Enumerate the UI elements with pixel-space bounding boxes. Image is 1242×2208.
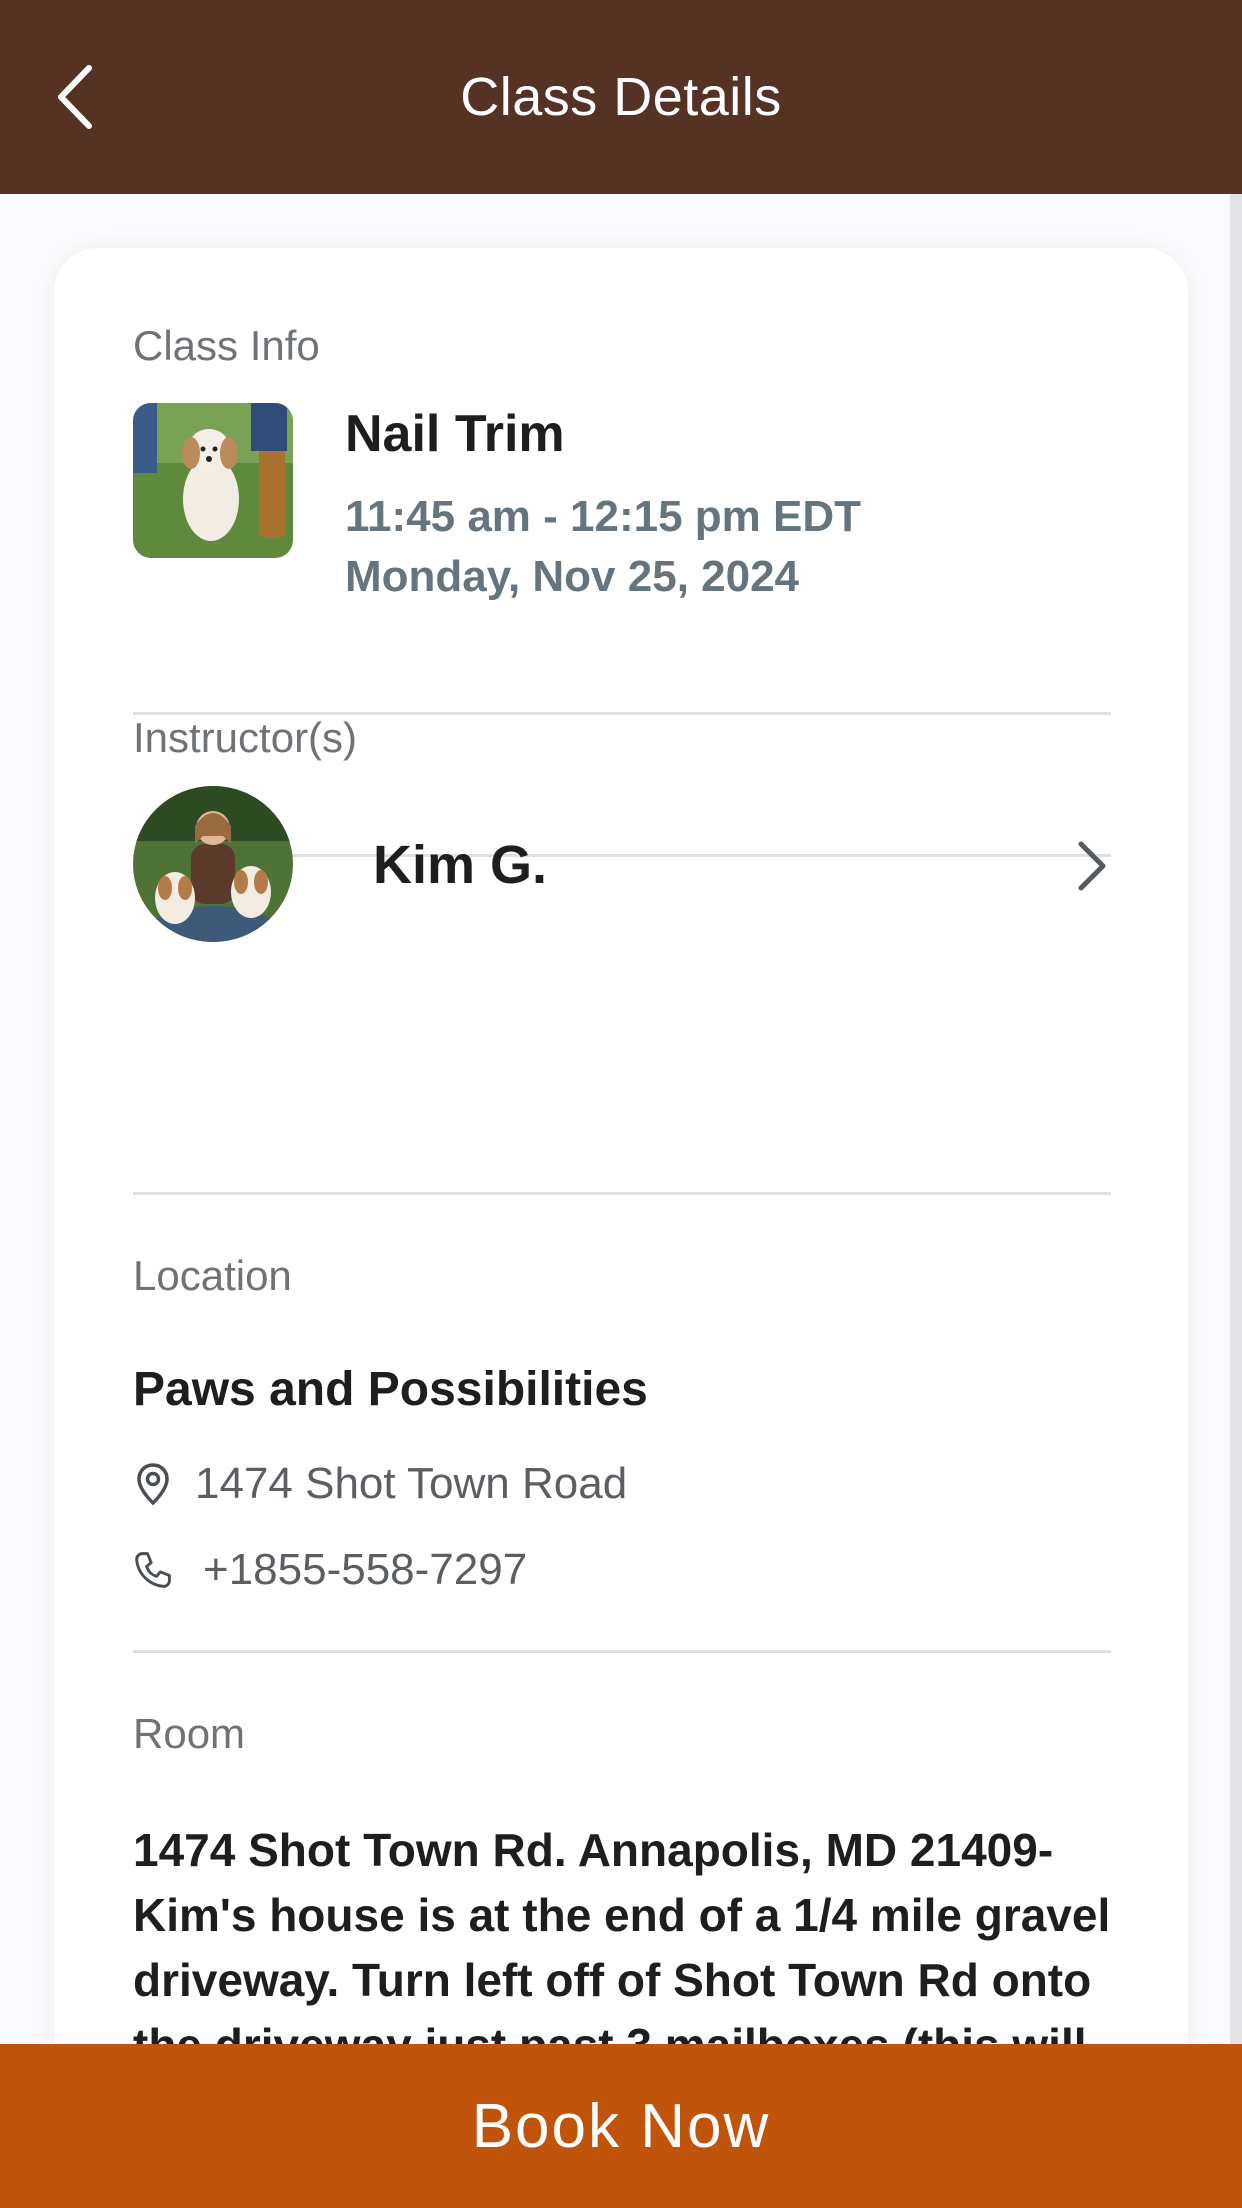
chevron-right-icon — [1078, 841, 1106, 891]
class-date: Monday, Nov 25, 2024 — [345, 552, 800, 601]
class-info-label: Class Info — [133, 322, 320, 369]
top-app-bar: Class Details — [0, 0, 1242, 194]
instructor-avatar — [133, 786, 293, 942]
instructors-label: Instructor(s) — [133, 714, 358, 761]
location-phone-row[interactable]: +1855-558-7297 — [133, 1540, 527, 1600]
content-scroll-area[interactable]: Class Info Nail Trim 11:45 am - 12:15 pm… — [0, 194, 1242, 2044]
location-name: Paws and Possibilities — [133, 1363, 648, 1416]
room-label: Room — [133, 1710, 246, 1757]
scrollbar[interactable] — [1230, 194, 1242, 2044]
back-button[interactable] — [40, 52, 110, 142]
location-address-row[interactable]: 1474 Shot Town Road — [133, 1454, 627, 1514]
instructor-name: Kim G. — [373, 835, 548, 895]
location-phone: +1855-558-7297 — [203, 1545, 528, 1594]
class-name: Nail Trim — [345, 405, 565, 463]
book-now-label: Book Now — [471, 2091, 771, 2161]
divider — [133, 712, 1111, 715]
class-time: 11:45 am - 12:15 pm EDT — [345, 492, 862, 541]
divider — [133, 1650, 1111, 1653]
instructor-item[interactable]: Kim G. — [133, 786, 1111, 946]
phone-icon — [133, 1546, 173, 1594]
divider — [133, 1192, 1111, 1195]
room-description: 1474 Shot Town Rd. Annapolis, MD 21409- … — [133, 1824, 1111, 2044]
page-title: Class Details — [460, 67, 782, 127]
book-now-button[interactable]: Book Now — [0, 2044, 1242, 2208]
class-details-card: Class Info Nail Trim 11:45 am - 12:15 pm… — [54, 248, 1188, 2044]
class-thumbnail — [133, 403, 293, 558]
chevron-left-icon — [58, 65, 92, 129]
location-label: Location — [133, 1252, 292, 1299]
map-pin-icon — [133, 1460, 173, 1508]
location-address: 1474 Shot Town Road — [195, 1459, 628, 1508]
